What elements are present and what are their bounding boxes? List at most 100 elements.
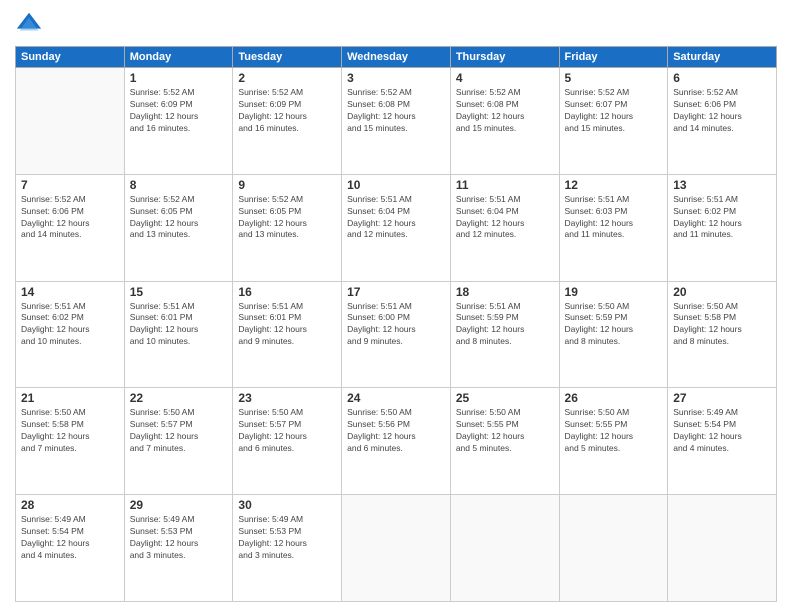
day-info: Sunrise: 5:51 AMSunset: 6:02 PMDaylight:…: [673, 194, 771, 242]
day-info: Sunrise: 5:51 AMSunset: 6:02 PMDaylight:…: [21, 301, 119, 349]
week-row-3: 21Sunrise: 5:50 AMSunset: 5:58 PMDayligh…: [16, 388, 777, 495]
calendar-cell: [342, 495, 451, 602]
calendar-cell: 18 Sunrise: 5:51 AMSunset: 5:59 PMDayligh…: [450, 281, 559, 388]
calendar-cell: 11 Sunrise: 5:51 AMSunset: 6:04 PMDayligh…: [450, 174, 559, 281]
calendar-cell: 25 Sunrise: 5:50 AMSunset: 5:55 PMDayligh…: [450, 388, 559, 495]
calendar-cell: 8 Sunrise: 5:52 AMSunset: 6:05 PMDaylight…: [124, 174, 233, 281]
day-info: Sunrise: 5:50 AMSunset: 5:56 PMDaylight:…: [347, 407, 445, 455]
weekday-header-sunday: Sunday: [16, 47, 125, 68]
calendar-cell: [450, 495, 559, 602]
calendar-cell: 14 Sunrise: 5:51 AMSunset: 6:02 PMDayligh…: [16, 281, 125, 388]
calendar-cell: [559, 495, 668, 602]
day-info: Sunrise: 5:52 AMSunset: 6:05 PMDaylight:…: [130, 194, 228, 242]
day-info: Sunrise: 5:51 AMSunset: 6:01 PMDaylight:…: [130, 301, 228, 349]
day-number: 20: [673, 285, 771, 299]
calendar-cell: [16, 68, 125, 175]
day-info: Sunrise: 5:51 AMSunset: 6:00 PMDaylight:…: [347, 301, 445, 349]
calendar-cell: [668, 495, 777, 602]
day-number: 17: [347, 285, 445, 299]
weekday-header-saturday: Saturday: [668, 47, 777, 68]
day-number: 30: [238, 498, 336, 512]
page: SundayMondayTuesdayWednesdayThursdayFrid…: [0, 0, 792, 612]
calendar-cell: 24Sunrise: 5:50 AMSunset: 5:56 PMDayligh…: [342, 388, 451, 495]
calendar-cell: 3 Sunrise: 5:52 AMSunset: 6:08 PMDaylight…: [342, 68, 451, 175]
day-number: 23: [238, 391, 336, 405]
day-number: 28: [21, 498, 119, 512]
logo: [15, 10, 47, 38]
day-info: Sunrise: 5:51 AMSunset: 6:04 PMDaylight:…: [456, 194, 554, 242]
calendar-cell: 23 Sunrise: 5:50 AMSunset: 5:57 PMDayligh…: [233, 388, 342, 495]
day-info: Sunrise: 5:52 AMSunset: 6:06 PMDaylight:…: [21, 194, 119, 242]
calendar-cell: 13 Sunrise: 5:51 AMSunset: 6:02 PMDayligh…: [668, 174, 777, 281]
week-row-0: 1 Sunrise: 5:52 AMSunset: 6:09 PMDaylight…: [16, 68, 777, 175]
day-info: Sunrise: 5:52 AMSunset: 6:09 PMDaylight:…: [238, 87, 336, 135]
calendar-cell: 22 Sunrise: 5:50 AMSunset: 5:57 PMDayligh…: [124, 388, 233, 495]
day-info: Sunrise: 5:49 AMSunset: 5:53 PMDaylight:…: [130, 514, 228, 562]
calendar-cell: 30 Sunrise: 5:49 AMSunset: 5:53 PMDayligh…: [233, 495, 342, 602]
day-number: 18: [456, 285, 554, 299]
day-info: Sunrise: 5:52 AMSunset: 6:05 PMDaylight:…: [238, 194, 336, 242]
week-row-1: 7 Sunrise: 5:52 AMSunset: 6:06 PMDaylight…: [16, 174, 777, 281]
day-number: 13: [673, 178, 771, 192]
calendar-cell: 19 Sunrise: 5:50 AMSunset: 5:59 PMDayligh…: [559, 281, 668, 388]
day-info: Sunrise: 5:49 AMSunset: 5:54 PMDaylight:…: [673, 407, 771, 455]
day-info: Sunrise: 5:52 AMSunset: 6:08 PMDaylight:…: [347, 87, 445, 135]
day-number: 12: [565, 178, 663, 192]
calendar-cell: 29 Sunrise: 5:49 AMSunset: 5:53 PMDayligh…: [124, 495, 233, 602]
calendar-cell: 17 Sunrise: 5:51 AMSunset: 6:00 PMDayligh…: [342, 281, 451, 388]
day-info: Sunrise: 5:51 AMSunset: 6:04 PMDaylight:…: [347, 194, 445, 242]
day-number: 29: [130, 498, 228, 512]
week-row-2: 14 Sunrise: 5:51 AMSunset: 6:02 PMDayligh…: [16, 281, 777, 388]
day-number: 8: [130, 178, 228, 192]
day-number: 14: [21, 285, 119, 299]
day-info: Sunrise: 5:50 AMSunset: 5:55 PMDaylight:…: [456, 407, 554, 455]
calendar-cell: 15 Sunrise: 5:51 AMSunset: 6:01 PMDayligh…: [124, 281, 233, 388]
day-info: Sunrise: 5:51 AMSunset: 5:59 PMDaylight:…: [456, 301, 554, 349]
day-info: Sunrise: 5:51 AMSunset: 6:01 PMDaylight:…: [238, 301, 336, 349]
calendar-cell: 20 Sunrise: 5:50 AMSunset: 5:58 PMDayligh…: [668, 281, 777, 388]
day-number: 15: [130, 285, 228, 299]
day-number: 22: [130, 391, 228, 405]
day-info: Sunrise: 5:50 AMSunset: 5:59 PMDaylight:…: [565, 301, 663, 349]
weekday-header-thursday: Thursday: [450, 47, 559, 68]
calendar-cell: 10 Sunrise: 5:51 AMSunset: 6:04 PMDayligh…: [342, 174, 451, 281]
calendar-cell: 1Sunrise: 5:52 AMSunset: 6:09 PMDaylight…: [124, 68, 233, 175]
day-number: 2: [238, 71, 336, 85]
calendar-cell: 2 Sunrise: 5:52 AMSunset: 6:09 PMDaylight…: [233, 68, 342, 175]
day-number: 25: [456, 391, 554, 405]
day-info: Sunrise: 5:52 AMSunset: 6:07 PMDaylight:…: [565, 87, 663, 135]
day-number: 6: [673, 71, 771, 85]
day-info: Sunrise: 5:50 AMSunset: 5:55 PMDaylight:…: [565, 407, 663, 455]
weekday-header-monday: Monday: [124, 47, 233, 68]
calendar-cell: 9Sunrise: 5:52 AMSunset: 6:05 PMDaylight…: [233, 174, 342, 281]
day-number: 1: [130, 71, 228, 85]
day-info: Sunrise: 5:51 AMSunset: 6:03 PMDaylight:…: [565, 194, 663, 242]
calendar-cell: 27Sunrise: 5:49 AMSunset: 5:54 PMDayligh…: [668, 388, 777, 495]
calendar-cell: 26 Sunrise: 5:50 AMSunset: 5:55 PMDayligh…: [559, 388, 668, 495]
weekday-header-row: SundayMondayTuesdayWednesdayThursdayFrid…: [16, 47, 777, 68]
day-number: 3: [347, 71, 445, 85]
calendar-cell: 7 Sunrise: 5:52 AMSunset: 6:06 PMDaylight…: [16, 174, 125, 281]
day-number: 5: [565, 71, 663, 85]
day-info: Sunrise: 5:50 AMSunset: 5:57 PMDaylight:…: [130, 407, 228, 455]
day-number: 16: [238, 285, 336, 299]
day-number: 21: [21, 391, 119, 405]
week-row-4: 28 Sunrise: 5:49 AMSunset: 5:54 PMDayligh…: [16, 495, 777, 602]
day-info: Sunrise: 5:50 AMSunset: 5:58 PMDaylight:…: [673, 301, 771, 349]
weekday-header-tuesday: Tuesday: [233, 47, 342, 68]
day-info: Sunrise: 5:49 AMSunset: 5:53 PMDaylight:…: [238, 514, 336, 562]
day-number: 26: [565, 391, 663, 405]
calendar-cell: 5 Sunrise: 5:52 AMSunset: 6:07 PMDaylight…: [559, 68, 668, 175]
day-number: 11: [456, 178, 554, 192]
day-info: Sunrise: 5:52 AMSunset: 6:06 PMDaylight:…: [673, 87, 771, 135]
day-number: 10: [347, 178, 445, 192]
day-number: 7: [21, 178, 119, 192]
calendar-table: SundayMondayTuesdayWednesdayThursdayFrid…: [15, 46, 777, 602]
weekday-header-friday: Friday: [559, 47, 668, 68]
day-info: Sunrise: 5:49 AMSunset: 5:54 PMDaylight:…: [21, 514, 119, 562]
day-info: Sunrise: 5:50 AMSunset: 5:57 PMDaylight:…: [238, 407, 336, 455]
logo-icon: [15, 10, 43, 38]
calendar-cell: 28 Sunrise: 5:49 AMSunset: 5:54 PMDayligh…: [16, 495, 125, 602]
calendar-cell: 21Sunrise: 5:50 AMSunset: 5:58 PMDayligh…: [16, 388, 125, 495]
day-number: 19: [565, 285, 663, 299]
